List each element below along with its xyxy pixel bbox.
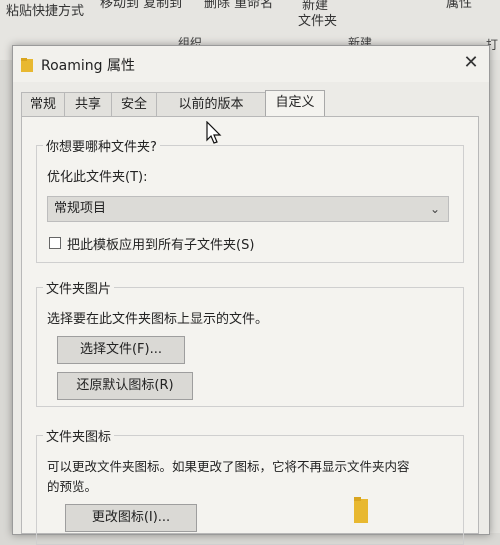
folder-preview-icon: [354, 497, 368, 523]
folder-picture-group-title: 文件夹图片: [43, 278, 115, 297]
folder-picture-group: 文件夹图片 选择要在此文件夹图标上显示的文件。 选择文件(F)... 还原默认图…: [36, 278, 464, 407]
optimize-select[interactable]: 常规项目 ⌄: [47, 196, 449, 222]
mouse-cursor-icon: [206, 121, 222, 144]
dialog-titlebar[interactable]: Roaming 属性 ✕: [13, 46, 489, 82]
folder-icon-group-title: 文件夹图标: [43, 426, 115, 445]
tab-security[interactable]: 安全: [111, 92, 157, 116]
properties-button[interactable]: 属性: [446, 0, 472, 11]
folder-type-group: 你想要哪种文件夹? 优化此文件夹(T): 常规项目 ⌄ 把此模板应用到所有子文件…: [36, 136, 464, 263]
customize-panel: 你想要哪种文件夹? 优化此文件夹(T): 常规项目 ⌄ 把此模板应用到所有子文件…: [21, 116, 479, 545]
folder-icon-desc-line1: 可以更改文件夹图标。如果更改了图标，它将不再显示文件夹内容: [47, 459, 410, 474]
tab-previous-versions[interactable]: 以前的版本: [156, 92, 266, 116]
folder-icon-desc-line2: 的预览。: [47, 479, 98, 494]
properties-dialog: Roaming 属性 ✕ 常规 共享 安全 以前的版本 自定义 你想要哪种文件夹…: [12, 45, 490, 545]
folder-icon: [21, 58, 33, 72]
close-button[interactable]: ✕: [457, 50, 485, 76]
paste-shortcut-button[interactable]: 粘贴快捷方式: [6, 0, 84, 19]
optimize-label: 优化此文件夹(T):: [47, 170, 148, 185]
folder-picture-desc: 选择要在此文件夹图标上显示的文件。: [47, 312, 269, 327]
choose-file-button[interactable]: 选择文件(F)...: [57, 336, 185, 364]
optimize-select-value: 常规项目: [54, 201, 107, 216]
move-copy-button[interactable]: 移动到 复制到: [100, 0, 182, 11]
tab-sharing[interactable]: 共享: [64, 92, 112, 116]
restore-default-button[interactable]: 还原默认图标(R): [57, 372, 193, 400]
tab-customize[interactable]: 自定义: [265, 90, 325, 117]
dialog-title: Roaming 属性: [41, 58, 135, 74]
delete-rename-button[interactable]: 删除 重命名: [204, 0, 273, 11]
change-icon-button[interactable]: 更改图标(I)...: [65, 504, 197, 532]
apply-subfolders-label[interactable]: 把此模板应用到所有子文件夹(S): [67, 234, 254, 253]
folder-icon-group: 文件夹图标 可以更改文件夹图标。如果更改了图标，它将不再显示文件夹内容 的预览。…: [36, 426, 464, 545]
tab-strip: 常规 共享 安全 以前的版本 自定义: [21, 90, 481, 117]
apply-subfolders-checkbox[interactable]: [49, 237, 61, 249]
new-folder-button[interactable]: 文件夹: [298, 10, 337, 29]
tab-general[interactable]: 常规: [21, 92, 65, 116]
chevron-down-icon: ⌄: [429, 202, 440, 216]
folder-type-group-title: 你想要哪种文件夹?: [43, 136, 160, 155]
